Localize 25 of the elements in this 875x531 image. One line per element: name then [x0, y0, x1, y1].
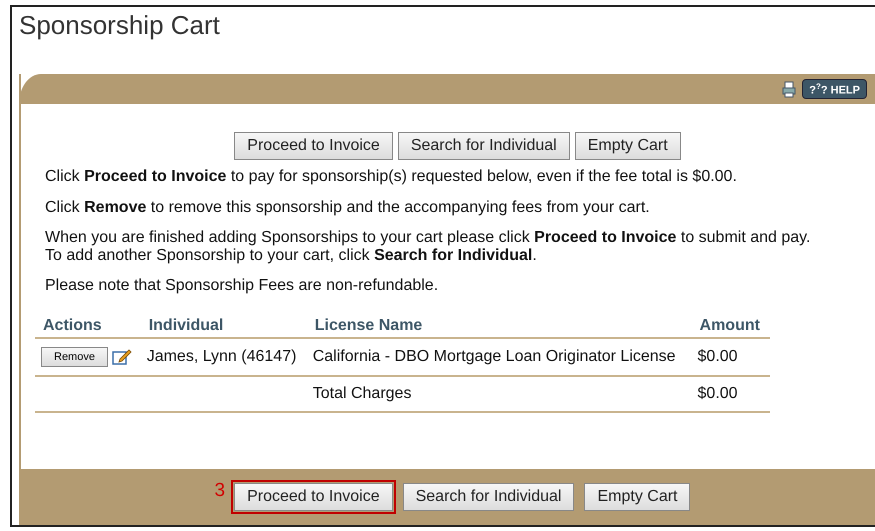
action-button[interactable]: Empty Cart: [574, 132, 681, 160]
instruction-text: Click Remove to remove this sponsorship and the accompanying fees from your cart.: [45, 198, 651, 216]
action-button[interactable]: Proceed to Invoice: [234, 132, 393, 160]
edit-icon[interactable]: [112, 348, 132, 366]
table-cell: California - DBO Mortgage Loan Originator License: [306, 338, 692, 376]
instruction-text: When you are finished adding Sponsorships to your cart please click Proceed to Invoice to submit and pay. To add another Sponsorship to your cart, click Search for Individual.: [45, 229, 812, 264]
total-amount: $0.00: [692, 376, 770, 412]
table-cell: $0.00: [692, 338, 770, 376]
total-label: Total Charges: [306, 376, 692, 412]
action-button[interactable]: Empty Cart: [584, 483, 690, 511]
action-button[interactable]: Proceed to Invoice: [234, 483, 393, 511]
remove-button[interactable]: Remove: [41, 346, 108, 367]
column-header: Amount: [692, 314, 770, 338]
action-button[interactable]: Search for Individual: [398, 132, 570, 160]
column-header: Individual: [140, 314, 307, 338]
help-button[interactable]: ?$^{?}$? HELP: [802, 78, 867, 100]
table-cell: James, Lynn (46147): [140, 338, 307, 376]
instruction-text: Please note that Sponsorship Fees are non-refundable.: [45, 277, 440, 295]
column-header: License Name: [306, 314, 692, 338]
printer-icon[interactable]: [780, 80, 798, 98]
instruction-text: Click Proceed to Invoice to pay for sponsorship(s) requested below, even if the fee total is $0.00.: [45, 168, 738, 186]
callout-number: 3: [214, 480, 226, 503]
action-button[interactable]: Search for Individual: [402, 483, 574, 511]
page-title: Sponsorship Cart: [19, 10, 221, 42]
column-header: Actions: [35, 314, 141, 338]
